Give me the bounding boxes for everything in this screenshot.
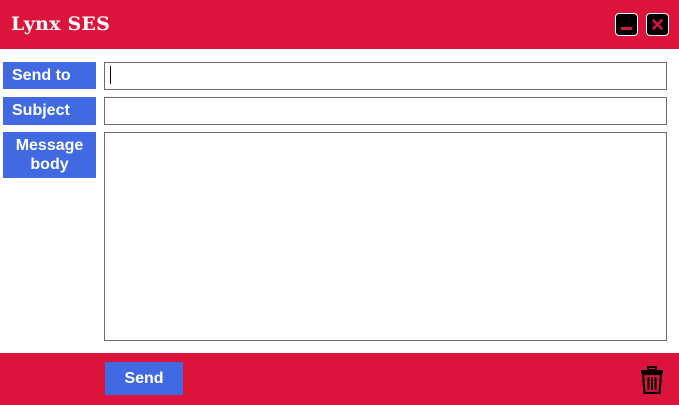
- send-button[interactable]: Send: [105, 362, 183, 395]
- close-button[interactable]: [646, 13, 669, 36]
- message-body-textarea[interactable]: [104, 132, 667, 341]
- delete-button[interactable]: [640, 366, 664, 395]
- send-to-input[interactable]: [104, 62, 667, 90]
- message-body-label: Message body: [3, 132, 96, 178]
- footer-bar: Send: [0, 353, 679, 405]
- trash-icon: [641, 366, 663, 395]
- text-caret: [110, 66, 111, 84]
- minimize-icon: [621, 27, 632, 30]
- send-to-label: Send to: [3, 62, 96, 89]
- subject-label: Subject: [3, 97, 96, 125]
- close-icon: [652, 19, 663, 30]
- subject-input[interactable]: [104, 97, 667, 125]
- email-window: Lynx SES Send to Subject Message body Se…: [0, 0, 679, 405]
- minimize-button[interactable]: [615, 13, 638, 36]
- title-bar: Lynx SES: [0, 0, 679, 49]
- app-title: Lynx SES: [11, 13, 111, 35]
